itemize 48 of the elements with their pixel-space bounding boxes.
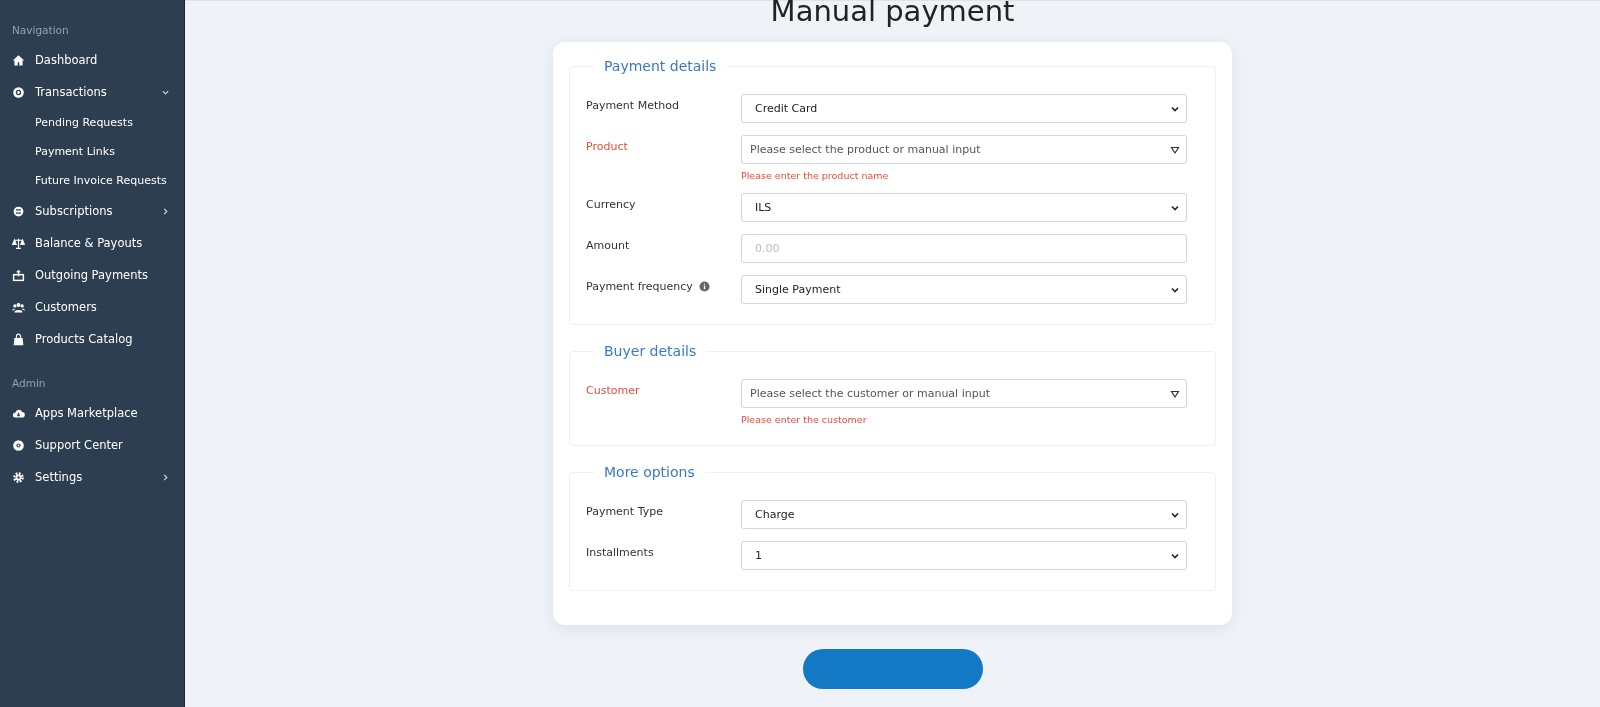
select-field[interactable]: Single Payment	[741, 275, 1187, 304]
nav-subitem[interactable]: Pending Requests	[0, 108, 184, 137]
field-label: Currency	[586, 198, 636, 211]
nav-item[interactable]: Settings	[0, 461, 184, 493]
bag-icon	[12, 332, 25, 346]
nav-item[interactable]: Subscriptions	[0, 195, 184, 227]
outbox-icon	[12, 268, 25, 282]
field-label: Customer	[586, 384, 640, 397]
nav-item[interactable]: Balance & Payouts	[0, 227, 184, 259]
select-field[interactable]: Charge	[741, 500, 1187, 529]
select-field[interactable]: 1	[741, 541, 1187, 570]
nav-heading: Navigation	[11, 24, 70, 36]
scale-icon	[12, 236, 25, 250]
nav-item[interactable]: Support Center	[0, 429, 184, 461]
triangle-down-icon	[1170, 388, 1180, 399]
coin-icon	[12, 85, 25, 99]
select-field[interactable]: Credit Card	[741, 94, 1187, 123]
section-title: More options	[603, 464, 696, 480]
users-icon	[12, 300, 25, 314]
select-field[interactable]: ILS	[741, 193, 1187, 222]
section-title: Buyer details	[603, 343, 698, 359]
nav-item[interactable]: Outgoing Payments	[0, 259, 184, 291]
nav-item[interactable]: Transactions	[0, 76, 184, 108]
field-label: Payment Method	[586, 99, 679, 112]
field-label: Product	[586, 140, 628, 153]
combo-field[interactable]: Please select the customer or manual input	[741, 379, 1187, 408]
nav-item[interactable]: Products Catalog	[0, 323, 184, 355]
submit-button[interactable]	[802, 649, 983, 689]
nav-item[interactable]: Customers	[0, 291, 184, 323]
error-message: Please enter the product name	[741, 170, 890, 181]
nav-item[interactable]: Apps Marketplace	[0, 397, 184, 429]
triangle-down-icon	[1170, 144, 1180, 155]
error-message: Please enter the customer	[741, 414, 868, 425]
field-label: Payment Type	[586, 505, 663, 518]
info-icon[interactable]	[698, 281, 710, 292]
nav-subitem[interactable]: Payment Links	[0, 137, 184, 166]
field-label: Payment frequency	[586, 280, 693, 293]
gear-icon	[12, 470, 25, 484]
nav-item[interactable]: Dashboard	[0, 44, 184, 76]
nav-subitem[interactable]: Future Invoice Requests	[0, 166, 184, 195]
combo-field[interactable]: Please select the product or manual input	[741, 135, 1187, 164]
section-title: Payment details	[603, 58, 718, 74]
amount-input[interactable]: 0.00	[741, 234, 1187, 263]
home-icon	[12, 53, 25, 67]
lifebuoy-icon	[12, 438, 25, 452]
field-label: Installments	[586, 546, 654, 559]
nav-heading: Admin	[11, 377, 47, 389]
field-label: Amount	[586, 239, 630, 252]
